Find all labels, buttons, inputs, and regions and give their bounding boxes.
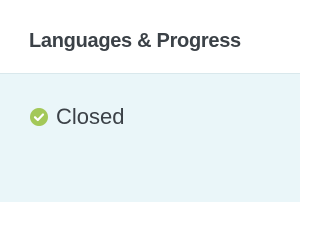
- panel-title: Languages & Progress: [29, 30, 241, 52]
- check-circle-icon: [30, 108, 48, 126]
- panel-header: Languages & Progress: [0, 0, 300, 73]
- status-row: Closed: [30, 104, 124, 130]
- languages-progress-panel: Languages & Progress Closed: [0, 0, 300, 202]
- panel-body: Closed: [0, 73, 300, 202]
- status-label: Closed: [56, 104, 125, 129]
